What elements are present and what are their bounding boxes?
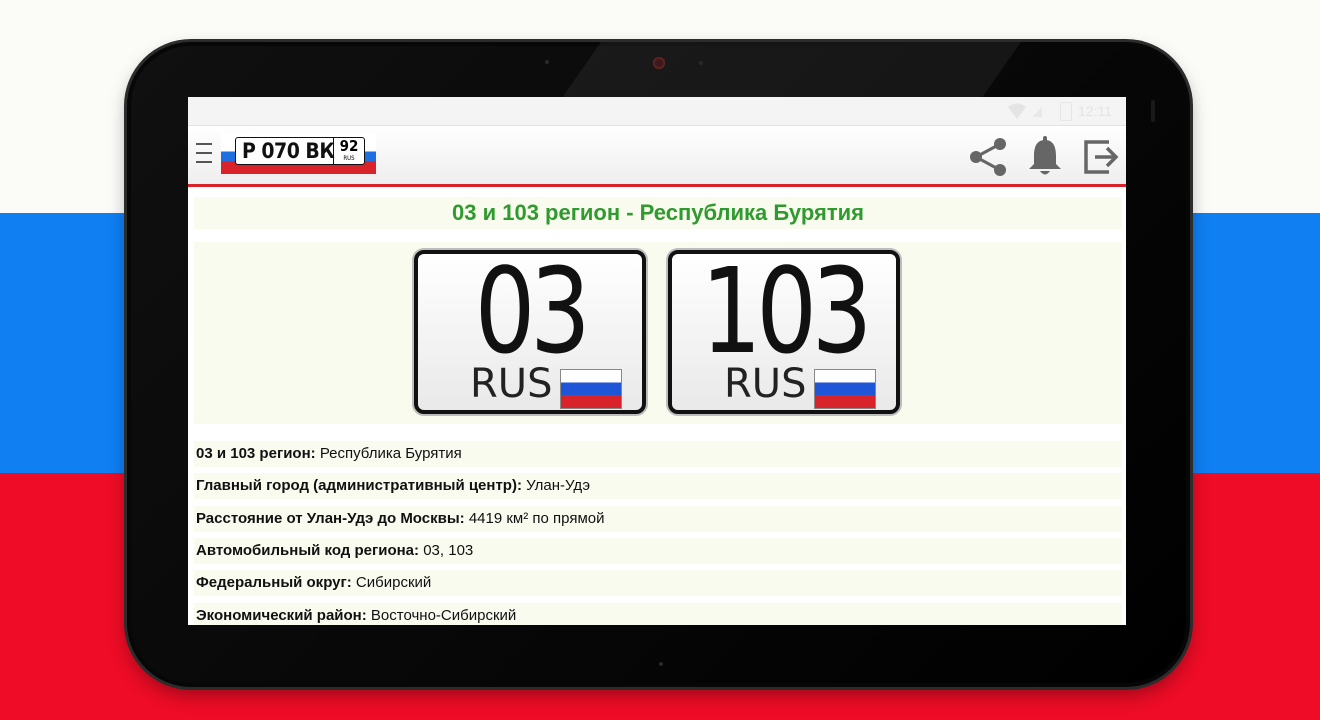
- share-icon[interactable]: [968, 136, 1010, 178]
- camera-lens: [653, 57, 665, 69]
- info-row-distance: Расстояние от Улан-Удэ до Москвы: 4419 к…: [194, 506, 1122, 532]
- info-label: 03 и 103 регион:: [196, 445, 316, 462]
- plate-code: 103: [700, 242, 873, 380]
- plate-code: 03: [474, 242, 591, 380]
- sensor-dot: [699, 61, 703, 65]
- wifi-icon: [1008, 103, 1042, 119]
- info-row-economic-region: Экономический район: Восточно-Сибирский: [194, 603, 1122, 625]
- info-row-federal-district: Федеральный округ: Сибирский: [194, 570, 1122, 596]
- bell-icon[interactable]: [1026, 136, 1064, 178]
- russian-flag-icon: [814, 369, 876, 409]
- app-bar: Р 070 ВК 92 RUS: [188, 126, 1126, 187]
- hardware-button: [1151, 100, 1155, 122]
- info-value: 03, 103: [423, 542, 474, 559]
- info-row-capital: Главный город (административный центр): …: [194, 473, 1122, 499]
- region-plate: 03 RUS: [414, 250, 646, 414]
- sensor-dot: [545, 60, 549, 64]
- battery-icon: [1060, 102, 1072, 121]
- sensor-dot: [659, 662, 663, 666]
- plates-row: 03 RUS 103 RUS: [194, 242, 1122, 424]
- logo-region-rus: RUS: [343, 155, 355, 162]
- region-plate: 103 RUS: [668, 250, 900, 414]
- info-value: Восточно-Сибирский: [370, 607, 517, 624]
- status-bar: 12:11: [188, 97, 1126, 126]
- status-time: 12:11: [1078, 103, 1112, 119]
- plate-country: RUS: [724, 361, 807, 407]
- region-content: 03 и 103 регион - Республика Бурятия 03 …: [188, 187, 1126, 625]
- info-value: Республика Бурятия: [319, 445, 462, 462]
- info-label: Расстояние от Улан-Удэ до Москвы:: [196, 510, 465, 527]
- info-row-codes: Автомобильный код региона: 03, 103: [194, 538, 1122, 564]
- info-label: Экономический район:: [196, 607, 367, 624]
- info-value: 4419 км² по прямой: [468, 510, 605, 527]
- exit-icon[interactable]: [1083, 136, 1121, 178]
- info-label: Автомобильный код региона:: [196, 542, 420, 559]
- app-screen: 12:11 Р 070 ВК 92 RUS 03 и 103 регион - …: [188, 97, 1126, 625]
- info-value: Улан-Удэ: [526, 477, 590, 494]
- info-row-region: 03 и 103 регион: Республика Бурятия: [194, 441, 1122, 467]
- logo-plate-letters: Р 070 ВК: [242, 139, 335, 163]
- page-title: 03 и 103 регион - Республика Бурятия: [194, 197, 1122, 229]
- logo-plate-region: 92 RUS: [333, 138, 364, 164]
- info-label: Главный город (административный центр):: [196, 477, 522, 494]
- app-logo: Р 070 ВК 92 RUS: [221, 133, 376, 174]
- hamburger-menu-icon[interactable]: [196, 143, 212, 165]
- russian-flag-icon: [560, 369, 622, 409]
- info-label: Федеральный округ:: [196, 574, 352, 591]
- logo-region-number: 92: [339, 137, 359, 155]
- info-value: Сибирский: [355, 574, 432, 591]
- plate-country: RUS: [470, 361, 553, 407]
